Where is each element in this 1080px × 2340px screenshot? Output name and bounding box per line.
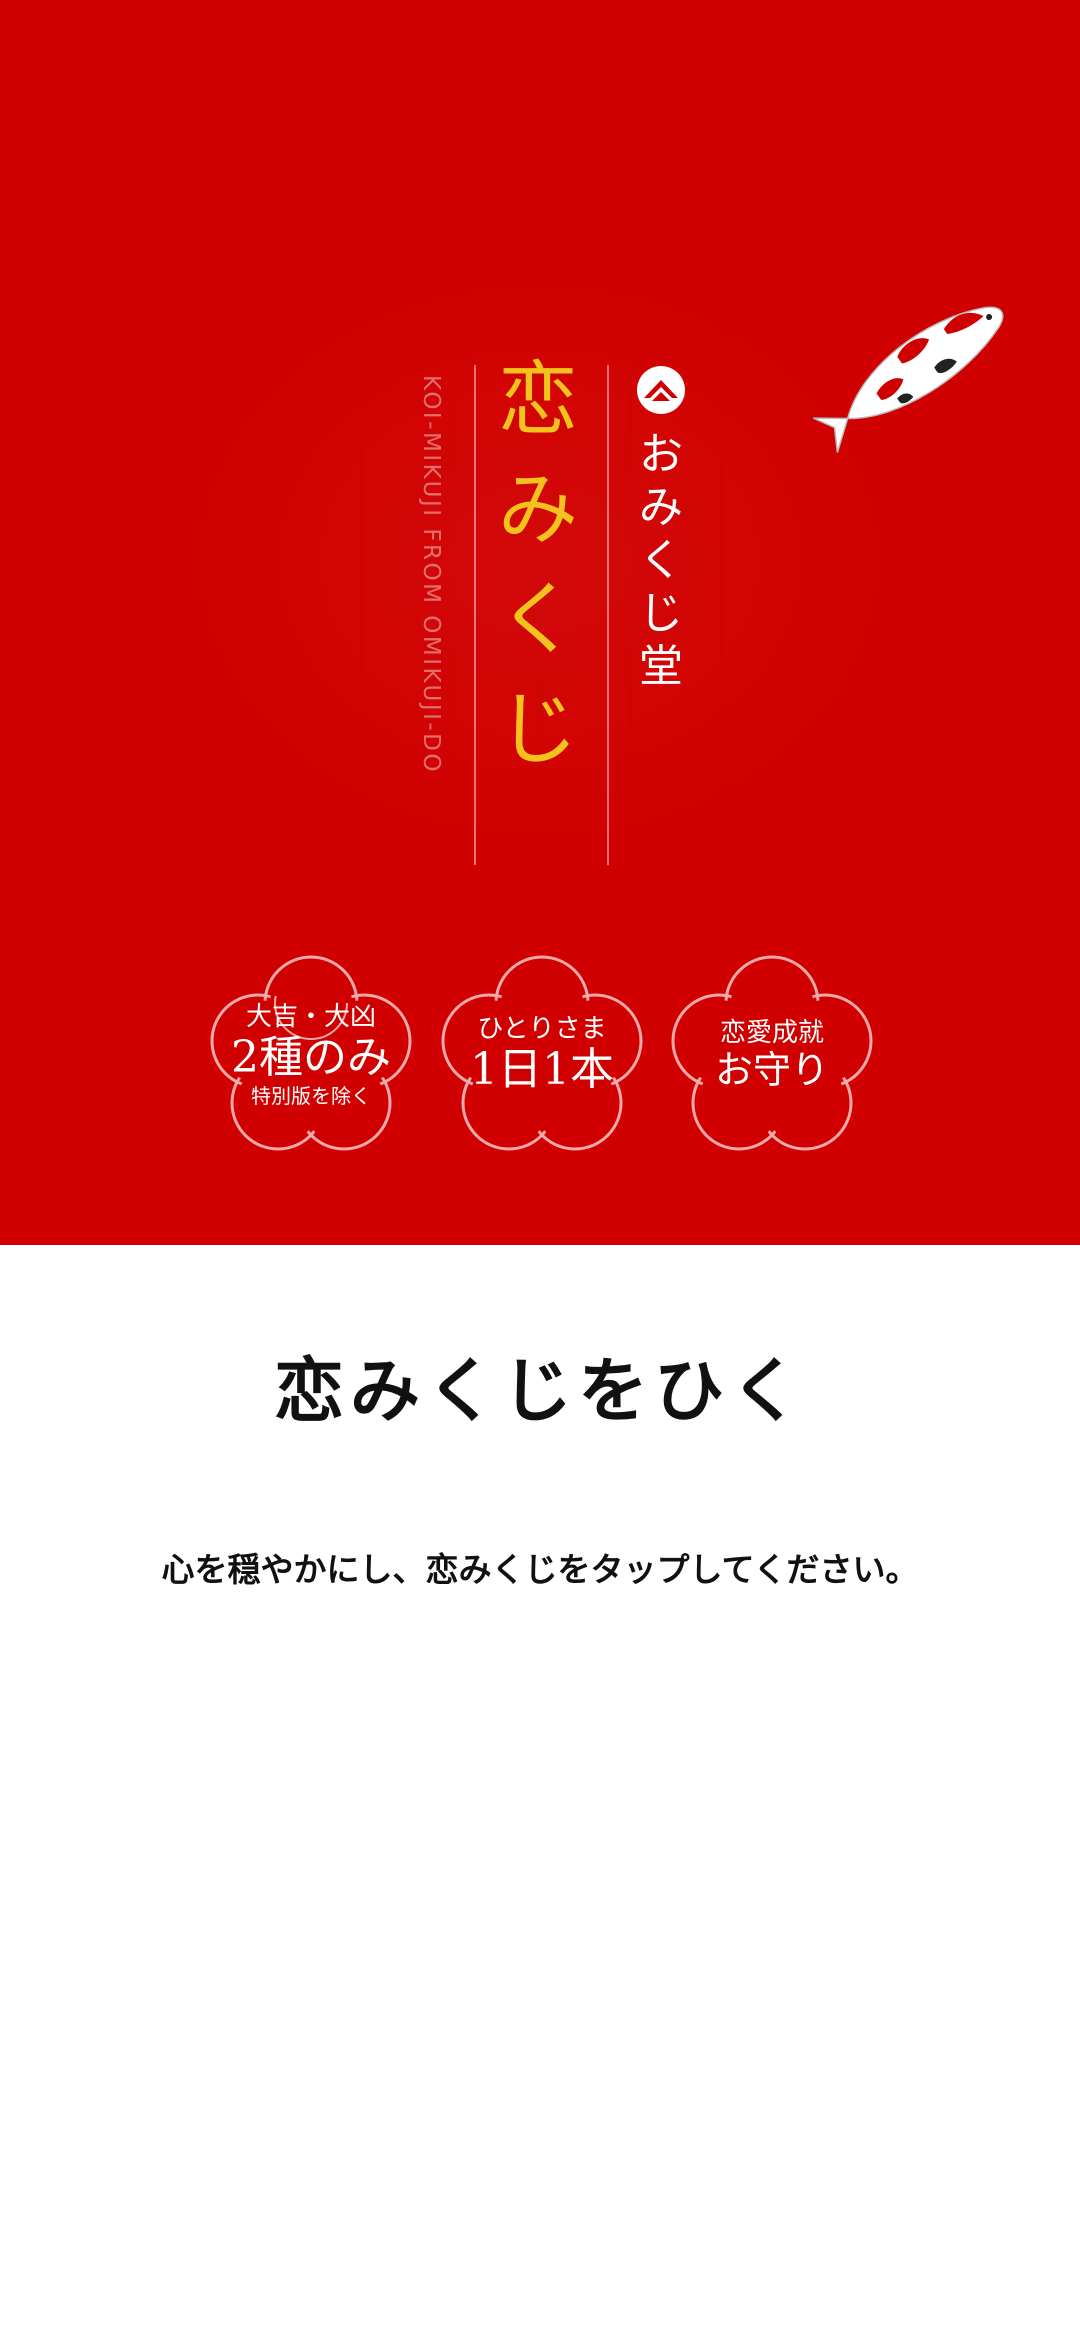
- brand-name: お み く じ 堂: [639, 433, 683, 698]
- instruction-text: 心を穏やかにし、恋みくじをタップしてください。: [161, 1550, 919, 1589]
- badge-great-luck: 大吉・大凶 2種のみ 特別版を除く: [206, 945, 416, 1165]
- badge-line: ひとりさま: [477, 1014, 607, 1045]
- badge-love-amulet: 恋愛成就 お守り: [667, 945, 877, 1165]
- hero-banner: KOI-MIKUJI FROM OMIKUJI-DO 恋 み く じ お み く…: [0, 0, 1080, 1245]
- koi-fish-icon: [812, 306, 1004, 453]
- english-subtitle: KOI-MIKUJI FROM OMIKUJI-DO: [418, 375, 444, 774]
- badge-line: お守り: [714, 1047, 829, 1092]
- badge-line: 1日1本: [470, 1044, 614, 1096]
- badge-once-per-day: ひとりさま 1日1本: [437, 945, 647, 1165]
- brand: お み く じ 堂: [636, 365, 686, 698]
- badge-line: 恋愛成就: [719, 1017, 824, 1048]
- badge-line: 2種のみ: [231, 1032, 391, 1084]
- draw-heading: 恋みくじをひく: [274, 1349, 806, 1432]
- brand-char: じ: [639, 588, 683, 639]
- page-title: 恋 み く じ: [493, 360, 583, 800]
- title-char: く: [498, 573, 578, 666]
- brand-char: 堂: [639, 641, 683, 692]
- divider-right: [607, 365, 609, 865]
- badge-line: 大吉・大凶: [245, 1002, 376, 1033]
- divider-left: [474, 365, 476, 865]
- brand-char: み: [639, 482, 683, 533]
- title-char: 恋: [498, 353, 578, 446]
- brand-char: く: [639, 535, 683, 586]
- badge-line: 特別版を除く: [251, 1083, 371, 1108]
- title-char: じ: [498, 683, 578, 776]
- brand-char: お: [639, 429, 683, 480]
- title-char: み: [498, 463, 578, 556]
- shrine-logo-icon: [637, 366, 685, 414]
